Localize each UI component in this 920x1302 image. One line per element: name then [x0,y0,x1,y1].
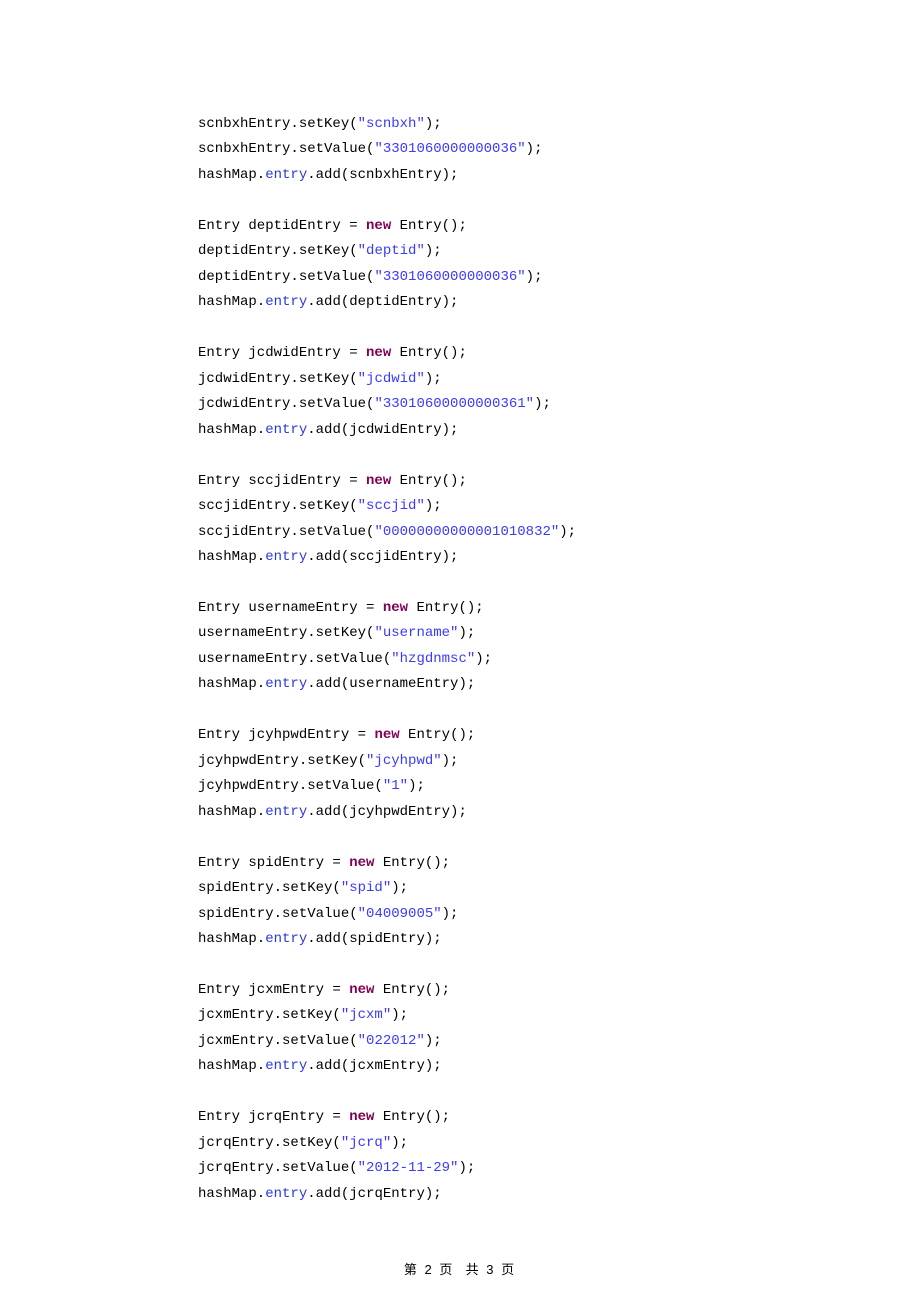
code-line: deptidEntry.setValue("3301060000000036")… [198,265,920,290]
code-line: spidEntry.setValue("04009005"); [198,902,920,927]
code-line: Entry jcdwidEntry = new Entry(); [198,341,920,366]
blank-line [198,698,920,723]
code-line: jcdwidEntry.setValue("33010600000000361"… [198,392,920,417]
code-line: Entry sccjidEntry = new Entry(); [198,469,920,494]
blank-line [198,188,920,213]
code-line: Entry usernameEntry = new Entry(); [198,596,920,621]
code-line: Entry jcyhpwdEntry = new Entry(); [198,723,920,748]
code-line: hashMap.entry.add(spidEntry); [198,927,920,952]
code-line: scnbxhEntry.setValue("3301060000000036")… [198,137,920,162]
code-line: jcyhpwdEntry.setValue("1"); [198,774,920,799]
page-footer: 第 2 页 共 3 页 [0,1258,920,1282]
code-line: jcrqEntry.setValue("2012-11-29"); [198,1156,920,1181]
code-line: hashMap.entry.add(jcxmEntry); [198,1054,920,1079]
footer-mid2: 页 [501,1262,516,1277]
blank-line [198,825,920,850]
footer-prefix: 第 [404,1262,419,1277]
code-line: hashMap.entry.add(jcyhpwdEntry); [198,800,920,825]
blank-line [198,1080,920,1105]
code-line: hashMap.entry.add(deptidEntry); [198,290,920,315]
code-line: jcxmEntry.setKey("jcxm"); [198,1003,920,1028]
code-line: Entry deptidEntry = new Entry(); [198,214,920,239]
code-line: jcyhpwdEntry.setKey("jcyhpwd"); [198,749,920,774]
footer-sep: 共 [466,1262,481,1277]
code-listing: scnbxhEntry.setKey("scnbxh");scnbxhEntry… [0,112,920,1207]
code-line: hashMap.entry.add(usernameEntry); [198,672,920,697]
code-line: usernameEntry.setKey("username"); [198,621,920,646]
code-line: jcdwidEntry.setKey("jcdwid"); [198,367,920,392]
code-line: hashMap.entry.add(scnbxhEntry); [198,163,920,188]
code-line: hashMap.entry.add(jcrqEntry); [198,1182,920,1207]
code-line: jcrqEntry.setKey("jcrq"); [198,1131,920,1156]
footer-mid1: 页 [439,1262,454,1277]
code-line: Entry spidEntry = new Entry(); [198,851,920,876]
code-line: sccjidEntry.setKey("sccjid"); [198,494,920,519]
footer-page-total: 3 [486,1262,495,1277]
blank-line [198,952,920,977]
code-line: hashMap.entry.add(jcdwidEntry); [198,418,920,443]
blank-line [198,316,920,341]
blank-line [198,570,920,595]
code-line: Entry jcrqEntry = new Entry(); [198,1105,920,1130]
code-line: jcxmEntry.setValue("022012"); [198,1029,920,1054]
code-line: scnbxhEntry.setKey("scnbxh"); [198,112,920,137]
document-page: scnbxhEntry.setKey("scnbxh");scnbxhEntry… [0,0,920,1302]
code-line: sccjidEntry.setValue("000000000000010108… [198,520,920,545]
blank-line [198,443,920,468]
code-line: spidEntry.setKey("spid"); [198,876,920,901]
footer-page-current: 2 [425,1262,434,1277]
code-line: usernameEntry.setValue("hzgdnmsc"); [198,647,920,672]
code-line: deptidEntry.setKey("deptid"); [198,239,920,264]
code-line: Entry jcxmEntry = new Entry(); [198,978,920,1003]
code-line: hashMap.entry.add(sccjidEntry); [198,545,920,570]
